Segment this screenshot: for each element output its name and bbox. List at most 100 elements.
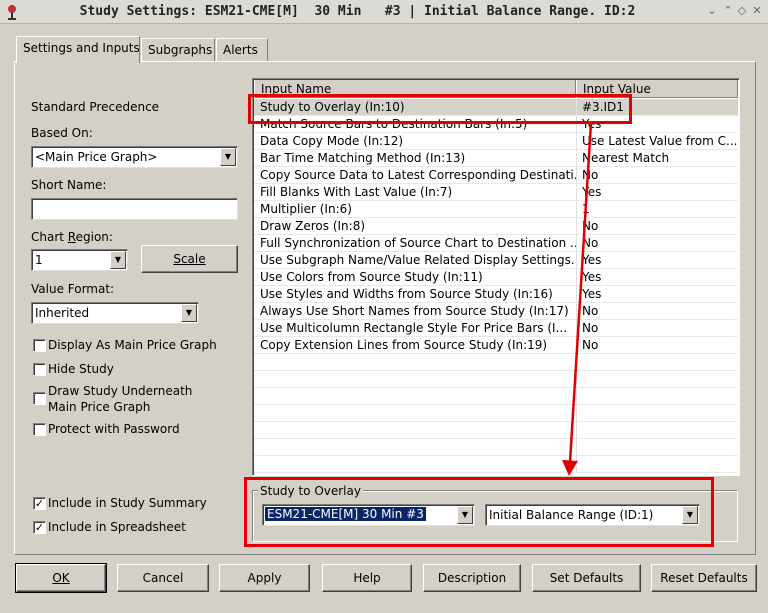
column-divider bbox=[576, 167, 577, 184]
input-value-cell[interactable]: Yes bbox=[582, 270, 738, 284]
input-name-cell: Copy Source Data to Latest Corresponding… bbox=[260, 168, 576, 182]
chevron-down-icon[interactable]: ▼ bbox=[220, 148, 236, 166]
table-row[interactable]: Study to Overlay (In:10) #3.ID1 bbox=[254, 99, 738, 116]
tab-alerts[interactable]: Alerts bbox=[216, 38, 268, 61]
include-in-study-summary-checkbox[interactable]: ✓ bbox=[33, 497, 46, 510]
tab-label: Alerts bbox=[223, 43, 258, 57]
chart-region-select[interactable]: 1 ▼ bbox=[31, 249, 128, 271]
include-in-study-summary-label: Include in Study Summary bbox=[48, 496, 207, 510]
input-value-cell[interactable]: No bbox=[582, 168, 738, 182]
title-bar: Study Settings: ESM21-CME[M] 30 Min #3 |… bbox=[0, 0, 768, 24]
table-row[interactable]: Use Styles and Widths from Source Study … bbox=[254, 286, 738, 303]
table-row[interactable]: Always Use Short Names from Source Study… bbox=[254, 303, 738, 320]
standard-precedence-label: Standard Precedence bbox=[31, 100, 160, 114]
apply-button[interactable]: Apply bbox=[219, 564, 310, 592]
input-value-cell[interactable]: #3.ID1 bbox=[582, 100, 738, 114]
input-value-cell[interactable]: No bbox=[582, 304, 738, 318]
draw-study-underneath-label: Draw Study Underneath bbox=[48, 384, 193, 398]
input-value-cell[interactable]: Yes bbox=[582, 287, 738, 301]
chart-region-label: Chart Region: bbox=[31, 230, 113, 244]
chevron-down-icon[interactable]: ▼ bbox=[457, 506, 473, 524]
table-row[interactable]: Match Source Bars to Destination Bars (I… bbox=[254, 116, 738, 133]
set-defaults-label: Set Defaults bbox=[549, 571, 624, 585]
include-in-spreadsheet-label: Include in Spreadsheet bbox=[48, 520, 186, 534]
table-row[interactable]: Draw Zeros (In:8) No bbox=[254, 218, 738, 235]
include-in-spreadsheet-checkbox[interactable]: ✓ bbox=[33, 521, 46, 534]
input-value-cell[interactable]: No bbox=[582, 236, 738, 250]
based-on-select[interactable]: <Main Price Graph> ▼ bbox=[31, 146, 238, 168]
table-row[interactable]: Use Subgraph Name/Value Related Display … bbox=[254, 252, 738, 269]
chevron-down-icon[interactable]: ▼ bbox=[682, 506, 698, 524]
overlay-study-select[interactable]: Initial Balance Range (ID:1) ▼ bbox=[485, 504, 700, 526]
study-to-overlay-title: Study to Overlay bbox=[258, 484, 363, 498]
inputs-table-header: Input Name Input Value bbox=[254, 80, 738, 98]
empty-row bbox=[254, 422, 738, 439]
table-row[interactable]: Use Colors from Source Study (In:11) Yes bbox=[254, 269, 738, 286]
input-name-cell: Match Source Bars to Destination Bars (I… bbox=[260, 117, 528, 131]
table-row[interactable]: Fill Blanks With Last Value (In:7) Yes bbox=[254, 184, 738, 201]
table-row[interactable]: Data Copy Mode (In:12) Use Latest Value f… bbox=[254, 133, 738, 150]
column-header-input-value[interactable]: Input Value bbox=[576, 80, 738, 98]
help-button[interactable]: Help bbox=[322, 564, 412, 592]
input-value-cell[interactable]: Yes bbox=[582, 185, 738, 199]
value-format-value: Inherited bbox=[35, 306, 90, 320]
input-name-cell: Multiplier (In:6) bbox=[260, 202, 352, 216]
hide-study-label: Hide Study bbox=[48, 362, 114, 376]
maximize-icon[interactable]: ◇ bbox=[735, 4, 749, 18]
input-value-cell[interactable]: 1 bbox=[582, 202, 738, 216]
chevron-down-icon[interactable]: ▼ bbox=[110, 251, 126, 269]
table-row[interactable]: Multiplier (In:6) 1 bbox=[254, 201, 738, 218]
table-row[interactable]: Copy Source Data to Latest Corresponding… bbox=[254, 167, 738, 184]
short-name-input[interactable] bbox=[31, 198, 238, 220]
input-value-cell[interactable]: Yes bbox=[582, 117, 738, 131]
input-value-cell[interactable]: Yes bbox=[582, 253, 738, 267]
scale-button-label: Scale bbox=[173, 252, 206, 266]
column-divider bbox=[576, 252, 577, 269]
protect-with-password-label: Protect with Password bbox=[48, 422, 180, 436]
scale-button[interactable]: Scale bbox=[141, 245, 238, 273]
column-divider bbox=[576, 235, 577, 252]
input-value-cell[interactable]: No bbox=[582, 219, 738, 233]
close-icon[interactable]: ✕ bbox=[750, 4, 764, 18]
value-format-select[interactable]: Inherited ▼ bbox=[31, 302, 199, 324]
table-row[interactable]: Copy Extension Lines from Source Study (… bbox=[254, 337, 738, 354]
set-defaults-button[interactable]: Set Defaults bbox=[532, 564, 641, 592]
input-name-cell: Data Copy Mode (In:12) bbox=[260, 134, 404, 148]
tab-label: Settings and Inputs bbox=[23, 41, 140, 55]
input-value-cell[interactable]: Nearest Match bbox=[582, 151, 738, 165]
reset-defaults-button[interactable]: Reset Defaults bbox=[651, 564, 757, 592]
tab-settings-and-inputs[interactable]: Settings and Inputs bbox=[16, 36, 140, 63]
protect-with-password-checkbox[interactable] bbox=[33, 423, 46, 436]
input-name-cell: Study to Overlay (In:10) bbox=[260, 100, 405, 114]
table-row[interactable]: Bar Time Matching Method (In:13) Nearest … bbox=[254, 150, 738, 167]
column-divider bbox=[576, 184, 577, 201]
ok-label: OK bbox=[52, 571, 70, 585]
restore-icon[interactable]: ⌃ bbox=[721, 4, 735, 18]
help-label: Help bbox=[353, 571, 381, 585]
table-row[interactable]: Full Synchronization of Source Chart to … bbox=[254, 235, 738, 252]
input-name-cell: Use Multicolumn Rectangle Style For Pric… bbox=[260, 321, 568, 335]
ok-button[interactable]: OK bbox=[15, 563, 107, 593]
display-as-main-price-graph-checkbox[interactable] bbox=[33, 339, 46, 352]
input-value-cell[interactable]: No bbox=[582, 321, 738, 335]
draw-study-underneath-checkbox[interactable] bbox=[33, 392, 46, 405]
input-value-cell[interactable]: No bbox=[582, 338, 738, 352]
inputs-table[interactable]: Input Name Input Value Study to Overlay … bbox=[252, 78, 740, 476]
tab-subgraphs[interactable]: Subgraphs bbox=[141, 38, 215, 61]
overlay-chart-select[interactable]: ESM21-CME[M] 30 Min #3 ▼ bbox=[262, 504, 475, 526]
column-header-input-name[interactable]: Input Name bbox=[254, 80, 576, 98]
description-button[interactable]: Description bbox=[423, 564, 521, 592]
column-divider bbox=[576, 388, 577, 405]
cancel-button[interactable]: Cancel bbox=[117, 564, 209, 592]
input-name-cell: Fill Blanks With Last Value (In:7) bbox=[260, 185, 453, 199]
cancel-label: Cancel bbox=[142, 571, 184, 585]
based-on-label: Based On: bbox=[31, 126, 93, 140]
chevron-down-icon[interactable]: ▼ bbox=[181, 304, 197, 322]
input-value-cell[interactable]: Use Latest Value from C... bbox=[582, 134, 738, 148]
table-row[interactable]: Use Multicolumn Rectangle Style For Pric… bbox=[254, 320, 738, 337]
input-name-cell: Use Subgraph Name/Value Related Display … bbox=[260, 253, 576, 267]
tab-label: Subgraphs bbox=[148, 43, 213, 57]
hide-study-checkbox[interactable] bbox=[33, 363, 46, 376]
column-divider bbox=[576, 405, 577, 422]
minimize-icon[interactable]: ⌄ bbox=[705, 4, 719, 18]
